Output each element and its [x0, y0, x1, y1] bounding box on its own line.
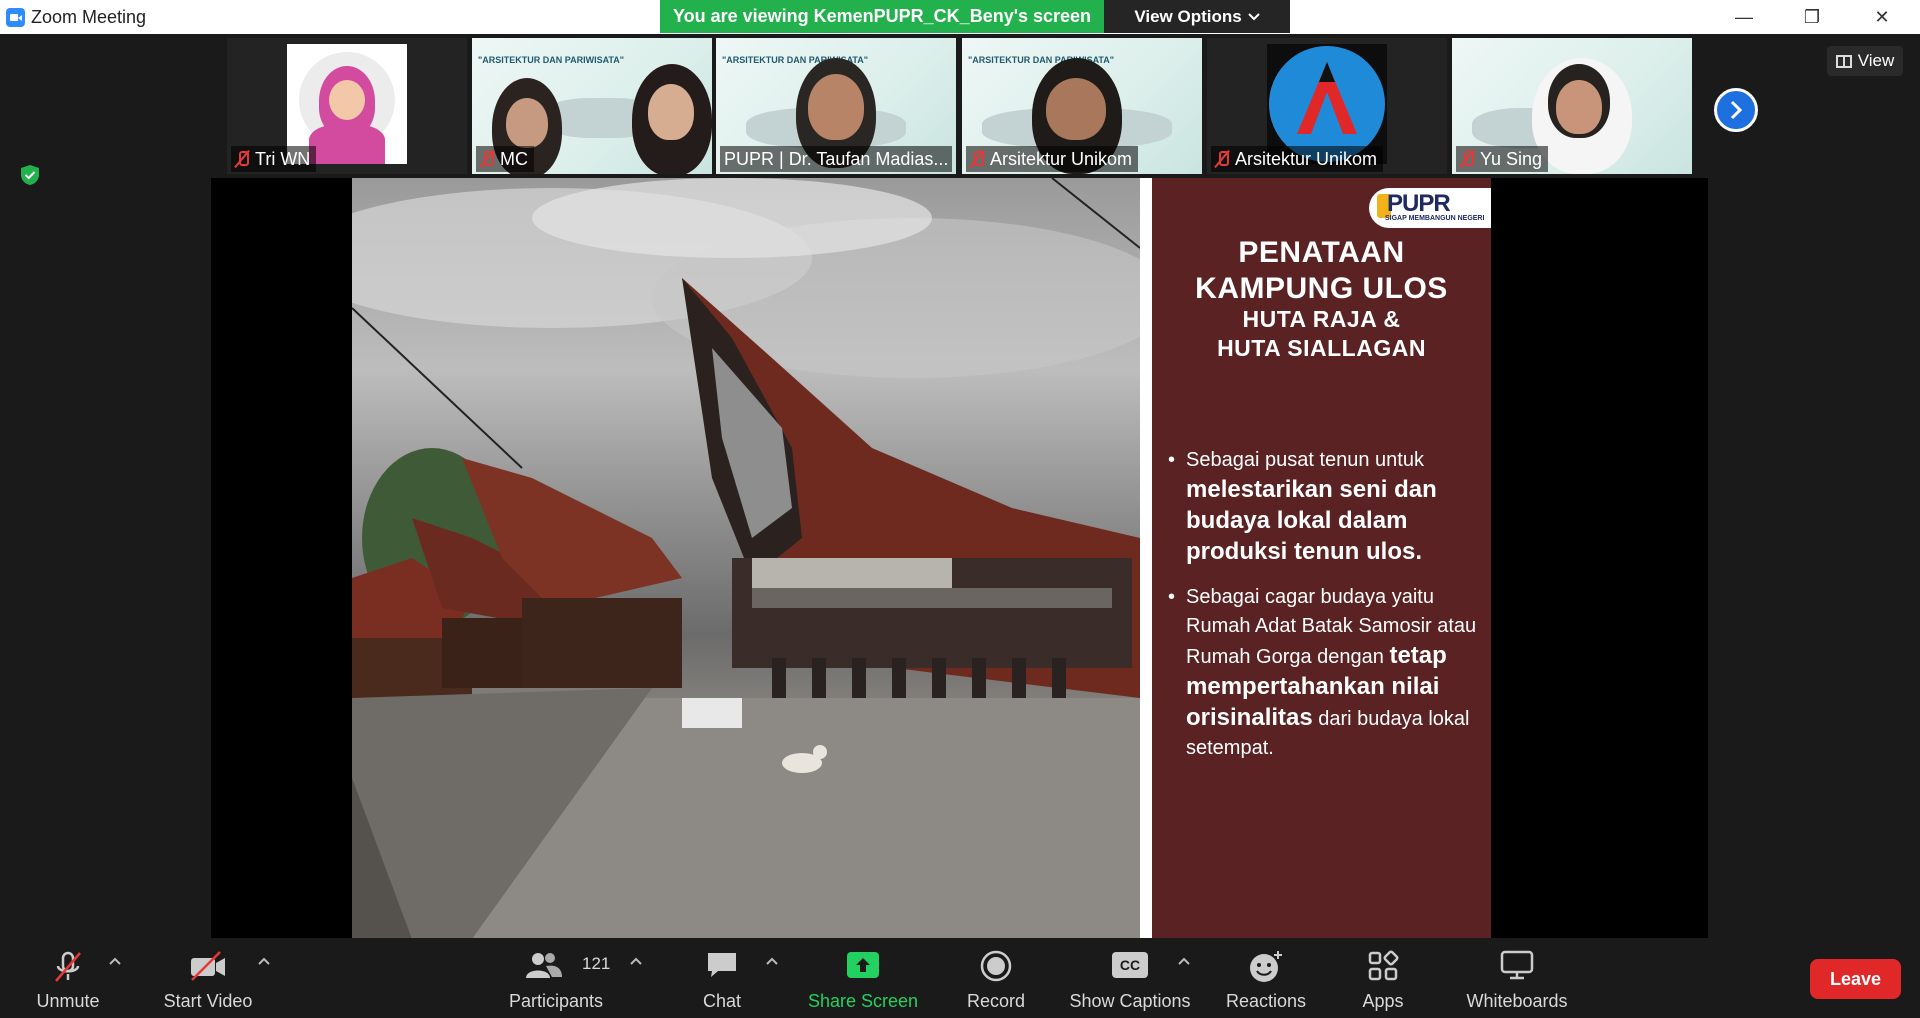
- participant-name: Arsitektur Unikom: [990, 148, 1133, 169]
- reactions-smiley-icon: [1250, 951, 1282, 982]
- window-title: Zoom Meeting: [31, 7, 147, 27]
- unmute-label: Unmute: [36, 991, 100, 1011]
- participant-tile[interactable]: Tri WN: [227, 38, 467, 174]
- show-captions-button[interactable]: CC Show Captions: [1066, 938, 1194, 1018]
- captions-options-caret[interactable]: [1178, 952, 1190, 968]
- restore-button[interactable]: ❐: [1782, 0, 1842, 34]
- chat-label: Chat: [702, 991, 742, 1011]
- slide-divider: [1140, 178, 1152, 939]
- start-video-label: Start Video: [163, 991, 253, 1011]
- slide-title-line2: KAMPUNG ULOS: [1195, 272, 1448, 305]
- participant-name-tag: Yu Sing: [1456, 146, 1549, 172]
- chevron-up-icon: [1178, 957, 1190, 965]
- participants-count: 121: [582, 954, 611, 973]
- leave-meeting-button[interactable]: Leave: [1810, 959, 1901, 999]
- close-button[interactable]: ✕: [1852, 0, 1912, 34]
- start-video-button[interactable]: Start Video: [148, 938, 268, 1018]
- apps-label: Apps: [1362, 991, 1404, 1011]
- mic-muted-icon: [235, 150, 249, 168]
- zoom-app-icon: [6, 8, 25, 27]
- unmute-button[interactable]: Unmute: [22, 938, 114, 1018]
- meeting-toolbar: Unmute Start Video 121 Participants Chat: [0, 938, 1920, 1018]
- participant-name-tag: Tri WN: [231, 146, 317, 172]
- record-icon: [980, 950, 1012, 982]
- apps-button[interactable]: Apps: [1356, 938, 1410, 1018]
- chevron-up-icon: [258, 957, 270, 965]
- slide-text-panel: PUPR SIGAP MEMBANGUN NEGERI PENATAAN KAM…: [1152, 178, 1491, 939]
- view-label: View: [1857, 51, 1895, 70]
- slide-subtitle-line1: HUTA RAJA &: [1242, 306, 1401, 332]
- video-off-icon: [191, 951, 225, 981]
- mic-muted-icon: [970, 150, 984, 168]
- participant-tile-active-speaker[interactable]: "ARSITEKTUR DAN PARIWISATA" PUPR | Dr. T…: [716, 38, 956, 174]
- share-screen-button[interactable]: Share Screen: [800, 938, 926, 1018]
- mic-muted-icon: [55, 951, 81, 982]
- participant-tile[interactable]: Yu Sing: [1452, 38, 1692, 174]
- slide-bullet-1: • Sebagai pusat tenun untuk melestarikan…: [1168, 449, 1437, 565]
- share-screen-icon: [847, 952, 879, 978]
- chat-icon: [708, 953, 736, 977]
- slide-photo-rumah-gorga: [352, 178, 1140, 939]
- whiteboards-button[interactable]: Whiteboards: [1460, 938, 1574, 1018]
- mic-muted-icon: [1215, 150, 1229, 168]
- participant-tile[interactable]: Arsitektur Unikom: [1207, 38, 1447, 174]
- mic-muted-icon: [1460, 150, 1474, 168]
- apps-icon: [1368, 950, 1399, 981]
- participants-button[interactable]: 121 Participants: [498, 938, 614, 1018]
- reactions-label: Reactions: [1225, 991, 1307, 1011]
- chevron-up-icon: [630, 957, 642, 965]
- chevron-right-icon: [1730, 100, 1743, 120]
- reactions-button[interactable]: Reactions: [1222, 938, 1310, 1018]
- chat-button[interactable]: Chat: [690, 938, 754, 1018]
- participant-name: Tri WN: [255, 148, 311, 169]
- whiteboards-label: Whiteboards: [1466, 991, 1568, 1011]
- shared-screen: PUPR SIGAP MEMBANGUN NEGERI PENATAAN KAM…: [211, 178, 1708, 939]
- title-bar: Zoom Meeting You are viewing KemenPUPR_C…: [0, 0, 1920, 34]
- participant-tile[interactable]: "ARSITEKTUR DAN PARIWISATA" MC: [472, 38, 712, 174]
- record-label: Record: [966, 991, 1026, 1011]
- share-screen-label: Share Screen: [807, 991, 919, 1011]
- participant-name-tag: PUPR | Dr. Taufan Madias...: [720, 146, 952, 172]
- viewing-screen-banner: You are viewing KemenPUPR_CK_Beny's scre…: [660, 0, 1104, 33]
- logo-a-icon: [1297, 62, 1357, 134]
- whiteboard-icon: [1500, 950, 1534, 980]
- audio-options-caret[interactable]: [109, 952, 121, 968]
- view-layout-button[interactable]: View: [1827, 46, 1903, 76]
- view-options-label: View Options: [1134, 6, 1242, 26]
- view-options-button[interactable]: View Options: [1104, 0, 1290, 33]
- slide-subtitle-line2: HUTA SIALLAGAN: [1217, 335, 1426, 361]
- chevron-up-icon: [766, 957, 778, 965]
- participant-name: Yu Sing: [1480, 148, 1543, 169]
- participant-name: PUPR | Dr. Taufan Madias...: [724, 148, 949, 169]
- next-page-arrow-button[interactable]: [1714, 88, 1758, 132]
- participant-name-tag: Arsitektur Unikom: [1211, 146, 1384, 172]
- pupr-logo: PUPR SIGAP MEMBANGUN NEGERI: [1369, 188, 1491, 228]
- participant-name: MC: [500, 148, 528, 169]
- participant-tile[interactable]: "ARSITEKTUR DAN PARIWISATA" Arsitektur U…: [962, 38, 1202, 174]
- encryption-shield-icon[interactable]: [20, 164, 40, 186]
- participant-strip: Tri WN "ARSITEKTUR DAN PARIWISATA" MC "A…: [0, 38, 1920, 174]
- minimize-button[interactable]: —: [1714, 0, 1774, 34]
- show-captions-label: Show Captions: [1069, 991, 1191, 1011]
- participants-options-caret[interactable]: [630, 952, 642, 968]
- participants-icon: [526, 953, 563, 978]
- chat-options-caret[interactable]: [766, 952, 778, 968]
- traditional-houses-illustration: [352, 178, 1140, 939]
- slide-title-line1: PENATAAN: [1238, 236, 1405, 269]
- video-options-caret[interactable]: [258, 952, 270, 968]
- grid-view-icon: [1835, 54, 1852, 68]
- chevron-down-icon: [1247, 12, 1260, 20]
- mic-muted-icon: [480, 150, 494, 168]
- chevron-up-icon: [109, 957, 121, 965]
- captions-cc-icon: CC: [1112, 952, 1148, 978]
- record-button[interactable]: Record: [956, 938, 1036, 1018]
- background-text: "ARSITEKTUR DAN PARIWISATA": [478, 55, 625, 65]
- participant-name-tag: MC: [476, 146, 534, 172]
- slide-bullet-2: • Sebagai cagar budaya yaitu Rumah Adat …: [1168, 586, 1477, 759]
- participant-name-tag: Arsitektur Unikom: [966, 146, 1139, 172]
- participants-label: Participants: [508, 991, 604, 1011]
- participant-name: Arsitektur Unikom: [1235, 148, 1378, 169]
